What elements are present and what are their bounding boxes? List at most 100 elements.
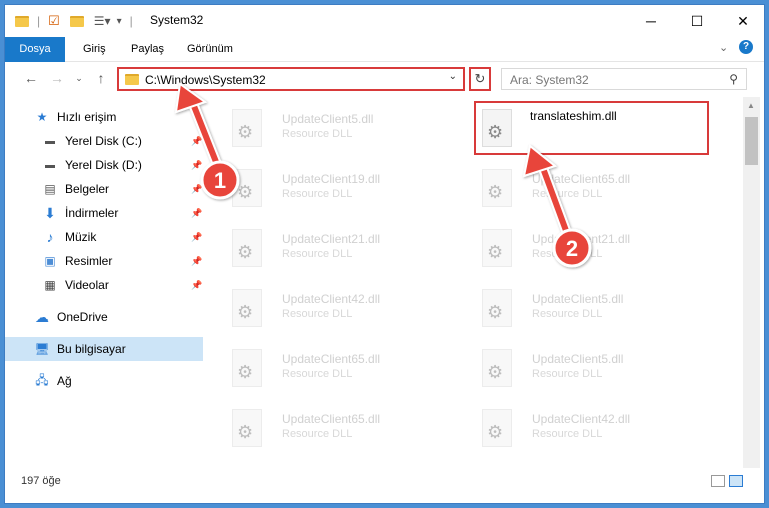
list-item[interactable]: ⚙ UpdateClient5.dll Resource DLL xyxy=(460,341,690,393)
pin-icon[interactable]: 📌 xyxy=(191,136,202,147)
folder-icon xyxy=(15,15,29,27)
close-button[interactable]: ✕ xyxy=(720,5,764,37)
list-item[interactable]: ⚙ UpdateClient65.dll Resource DLL xyxy=(210,401,440,453)
sidebar-item-videos[interactable]: ▦ Videolar 📌 xyxy=(5,273,203,297)
dll-file-icon: ⚙ xyxy=(482,169,512,207)
separator: | xyxy=(37,14,41,28)
list-item[interactable]: ⚙ UpdateClient5.dll Resource DLL xyxy=(460,281,690,333)
navigation-pane: ★ Hızlı erişim ▬ Yerel Disk (C:) 📌 ▬ Yer… xyxy=(5,97,205,463)
dll-file-icon: ⚙ xyxy=(232,409,262,447)
list-item[interactable]: ⚙ UpdateClient65.dll Resource DLL xyxy=(210,341,440,393)
pictures-icon: ▣ xyxy=(44,254,56,268)
pin-icon[interactable]: 📌 xyxy=(191,232,202,243)
tab-share[interactable]: Paylaş xyxy=(121,37,174,61)
pin-icon[interactable]: 📌 xyxy=(191,280,202,291)
dll-file-icon: ⚙ xyxy=(232,109,262,147)
sidebar-item-disk-c[interactable]: ▬ Yerel Disk (C:) 📌 xyxy=(5,129,203,153)
star-icon: ★ xyxy=(36,110,48,124)
large-icons-view-button[interactable] xyxy=(729,475,743,487)
search-icon[interactable]: ⚲ xyxy=(729,72,738,86)
refresh-button[interactable]: ↻ xyxy=(469,67,491,91)
help-icon[interactable]: ? xyxy=(739,40,753,54)
sidebar-item-label: Bu bilgisayar xyxy=(57,342,126,356)
up-button[interactable]: ↑ xyxy=(91,68,111,88)
scroll-up-icon[interactable]: ▲ xyxy=(747,101,755,110)
file-name: UpdateClient5.dll xyxy=(282,112,374,126)
file-name: UpdateClient5.dll xyxy=(532,352,624,366)
list-item[interactable]: ⚙ UpdateClient21.dll Resource DLL xyxy=(210,221,440,273)
dll-file-icon: ⚙ xyxy=(232,229,262,267)
pin-icon[interactable]: 📌 xyxy=(191,208,202,219)
sidebar-item-label: Videolar xyxy=(65,278,109,292)
sidebar-item-label: Belgeler xyxy=(65,182,110,196)
sidebar-item-documents[interactable]: ▤ Belgeler 📌 xyxy=(5,177,203,201)
search-box[interactable]: ⚲ xyxy=(501,68,747,90)
minimize-button[interactable]: ─ xyxy=(628,5,674,37)
window-title: System32 xyxy=(150,13,204,27)
list-item[interactable]: ⚙ UpdateClient42.dll Resource DLL xyxy=(210,281,440,333)
file-type: Resource DLL xyxy=(282,428,353,440)
expand-ribbon-icon[interactable]: ⌄ xyxy=(719,41,728,54)
list-item[interactable]: ⚙ UpdateClient21.dll Resource DLL xyxy=(460,221,690,273)
vertical-scrollbar[interactable]: ▲ xyxy=(743,97,760,483)
dll-file-icon: ⚙ xyxy=(482,229,512,267)
file-name: UpdateClient42.dll xyxy=(282,292,381,306)
file-type: Resource DLL xyxy=(532,428,603,440)
sidebar-item-label: İndirmeler xyxy=(65,206,119,220)
list-item[interactable]: ⚙ UpdateClient65.dll Resource DLL xyxy=(460,161,690,213)
pin-icon[interactable]: 📌 xyxy=(191,160,202,171)
recent-locations-button[interactable]: ⌄ xyxy=(69,68,89,88)
file-type: Resource DLL xyxy=(532,308,603,320)
sidebar-item-label: Yerel Disk (C:) xyxy=(65,134,142,148)
search-input[interactable] xyxy=(508,71,712,89)
chevron-down-icon[interactable]: ▾ xyxy=(117,16,122,27)
scrollbar-thumb[interactable] xyxy=(745,117,758,165)
back-button[interactable]: ← xyxy=(21,68,41,88)
sidebar-item-onedrive[interactable]: ☁ OneDrive xyxy=(5,305,203,329)
sidebar-item-label: Yerel Disk (D:) xyxy=(65,158,142,172)
chevron-down-icon[interactable]: ⌄ xyxy=(449,71,457,82)
sidebar-item-downloads[interactable]: ⬇ İndirmeler 📌 xyxy=(5,201,203,225)
new-folder-icon[interactable] xyxy=(69,15,84,27)
drive-icon: ▬ xyxy=(45,135,55,147)
file-name: UpdateClient19.dll xyxy=(282,172,381,186)
file-type: Resource DLL xyxy=(532,188,603,200)
file-type: Resource DLL xyxy=(532,248,603,260)
file-name: UpdateClient42.dll xyxy=(532,412,631,426)
file-type: Resource DLL xyxy=(282,248,353,260)
pin-icon[interactable]: 📌 xyxy=(191,256,202,267)
customize-toolbar-icon[interactable]: ☰▾ xyxy=(94,14,111,28)
file-name: UpdateClient21.dll xyxy=(282,232,381,246)
sidebar-item-pictures[interactable]: ▣ Resimler 📌 xyxy=(5,249,203,273)
address-bar[interactable]: C:\Windows\System32 ⌄ xyxy=(117,67,465,91)
maximize-button[interactable]: ☐ xyxy=(674,5,720,37)
sidebar-item-disk-d[interactable]: ▬ Yerel Disk (D:) 📌 xyxy=(5,153,203,177)
details-view-button[interactable] xyxy=(711,475,725,487)
list-item[interactable]: ⚙ UpdateClient42.dll Resource DLL xyxy=(460,401,690,453)
file-name: UpdateClient65.dll xyxy=(532,172,631,186)
properties-icon[interactable]: ☑ xyxy=(48,13,60,29)
list-item[interactable]: ⚙ UpdateClient5.dll Resource DLL xyxy=(210,101,440,153)
drive-icon: ▬ xyxy=(45,159,55,171)
explorer-window: | ☑ ☰▾ ▾ | System32 ─ ☐ ✕ Dosya Giriş Pa… xyxy=(4,4,765,504)
sidebar-item-quick-access[interactable]: ★ Hızlı erişim xyxy=(5,105,203,129)
sidebar-item-label: OneDrive xyxy=(57,310,108,324)
file-type: Resource DLL xyxy=(282,368,353,380)
file-name: UpdateClient21.dll xyxy=(532,232,631,246)
item-count: 197 öğe xyxy=(21,475,61,487)
network-icon: 🖧 xyxy=(35,372,49,387)
sidebar-item-this-pc[interactable]: 🖥 Bu bilgisayar xyxy=(5,337,203,361)
folder-icon xyxy=(125,74,139,85)
tab-home[interactable]: Giriş xyxy=(73,37,116,61)
documents-icon: ▤ xyxy=(44,182,56,196)
forward-button[interactable]: → xyxy=(47,68,67,88)
music-icon: ♪ xyxy=(46,229,54,245)
sidebar-item-music[interactable]: ♪ Müzik 📌 xyxy=(5,225,203,249)
sidebar-item-network[interactable]: 🖧 Ağ xyxy=(5,369,203,393)
list-item[interactable]: ⚙ UpdateClient19.dll Resource DLL xyxy=(210,161,440,213)
tab-view[interactable]: Görünüm xyxy=(177,37,243,61)
sidebar-item-label: Hızlı erişim xyxy=(57,110,117,124)
status-bar: 197 öğe xyxy=(5,468,764,496)
pin-icon[interactable]: 📌 xyxy=(191,184,202,195)
dll-file-icon: ⚙ xyxy=(232,349,262,387)
